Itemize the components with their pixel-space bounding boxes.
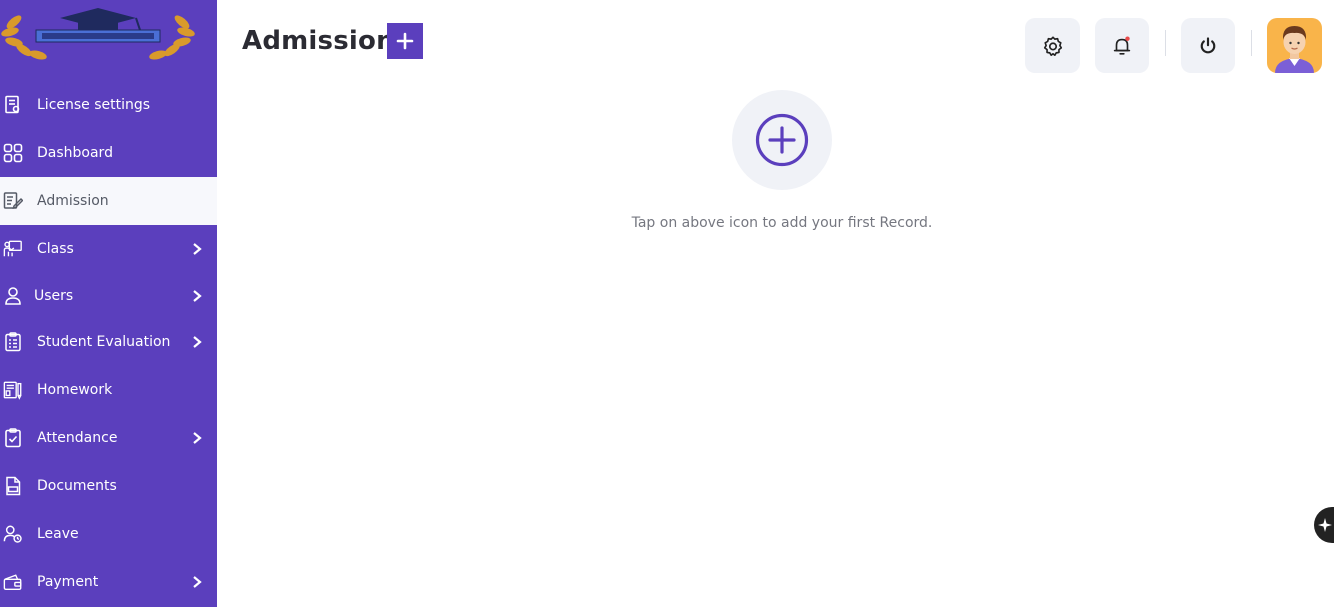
gear-icon bbox=[1043, 35, 1062, 56]
leave-icon bbox=[3, 524, 23, 544]
sidebar-item-label: License settings bbox=[37, 97, 151, 113]
app-root: License settings Dashboard Admission Cla… bbox=[0, 0, 1334, 607]
document-icon bbox=[3, 476, 23, 496]
sidebar-item-label: Class bbox=[37, 241, 74, 257]
notifications-button[interactable] bbox=[1095, 18, 1149, 73]
grid-icon bbox=[3, 143, 23, 163]
page-title: Admission bbox=[242, 26, 395, 56]
sidebar-item-label: Payment bbox=[37, 574, 99, 590]
sidebar-item-admission[interactable]: Admission bbox=[0, 177, 217, 225]
sidebar-item-label: Dashboard bbox=[37, 145, 113, 161]
sidebar-item-leave[interactable]: Leave bbox=[0, 510, 217, 558]
user-avatar[interactable] bbox=[1267, 18, 1322, 73]
plus-icon bbox=[396, 32, 414, 50]
power-icon bbox=[1200, 36, 1216, 53]
chevron-right-icon bbox=[193, 336, 202, 348]
settings-button[interactable] bbox=[1025, 18, 1080, 73]
attendance-check-icon bbox=[3, 428, 23, 448]
sidebar-item-license-settings[interactable]: License settings bbox=[0, 81, 217, 129]
sidebar-item-label: Users bbox=[34, 288, 74, 304]
sidebar-item-label: Student Evaluation bbox=[37, 334, 171, 350]
sidebar-item-label: Documents bbox=[37, 478, 117, 494]
logout-button[interactable] bbox=[1181, 18, 1235, 73]
sidebar-item-documents[interactable]: Documents bbox=[0, 462, 217, 510]
plus-circle-icon bbox=[755, 113, 809, 167]
sidebar-item-label: Homework bbox=[37, 382, 113, 398]
sidebar-item-attendance[interactable]: Attendance bbox=[0, 414, 217, 462]
add-admission-button[interactable] bbox=[387, 23, 423, 59]
sidebar: License settings Dashboard Admission Cla… bbox=[0, 0, 217, 607]
sparkle-icon bbox=[1318, 518, 1332, 532]
chevron-right-icon bbox=[193, 432, 202, 444]
user-icon bbox=[3, 286, 23, 306]
admission-form-icon bbox=[3, 191, 23, 211]
sidebar-item-users[interactable]: Users bbox=[0, 272, 217, 320]
school-logo[interactable] bbox=[0, 0, 200, 66]
homework-icon bbox=[3, 380, 23, 400]
header-divider bbox=[1251, 30, 1252, 56]
chevron-right-icon bbox=[193, 290, 202, 302]
sidebar-item-label: Attendance bbox=[37, 430, 118, 446]
header-divider bbox=[1165, 30, 1166, 56]
add-first-record-button[interactable] bbox=[732, 90, 832, 190]
chevron-right-icon bbox=[193, 576, 202, 588]
classroom-icon bbox=[3, 239, 23, 259]
evaluation-clipboard-icon bbox=[3, 332, 23, 352]
sidebar-item-dashboard[interactable]: Dashboard bbox=[0, 129, 217, 177]
assistant-fab[interactable] bbox=[1314, 507, 1334, 543]
sidebar-item-class[interactable]: Class bbox=[0, 225, 217, 273]
sidebar-item-student-evaluation[interactable]: Student Evaluation bbox=[0, 318, 217, 366]
empty-state-message: Tap on above icon to add your first Reco… bbox=[631, 215, 933, 231]
sidebar-item-payment[interactable]: Payment bbox=[0, 558, 217, 606]
chevron-right-icon bbox=[193, 243, 202, 255]
license-icon bbox=[3, 95, 23, 115]
sidebar-item-label: Leave bbox=[37, 526, 79, 542]
bell-icon bbox=[1113, 35, 1131, 55]
wallet-icon bbox=[3, 572, 23, 592]
sidebar-item-homework[interactable]: Homework bbox=[0, 366, 217, 414]
sidebar-item-label: Admission bbox=[37, 193, 109, 209]
